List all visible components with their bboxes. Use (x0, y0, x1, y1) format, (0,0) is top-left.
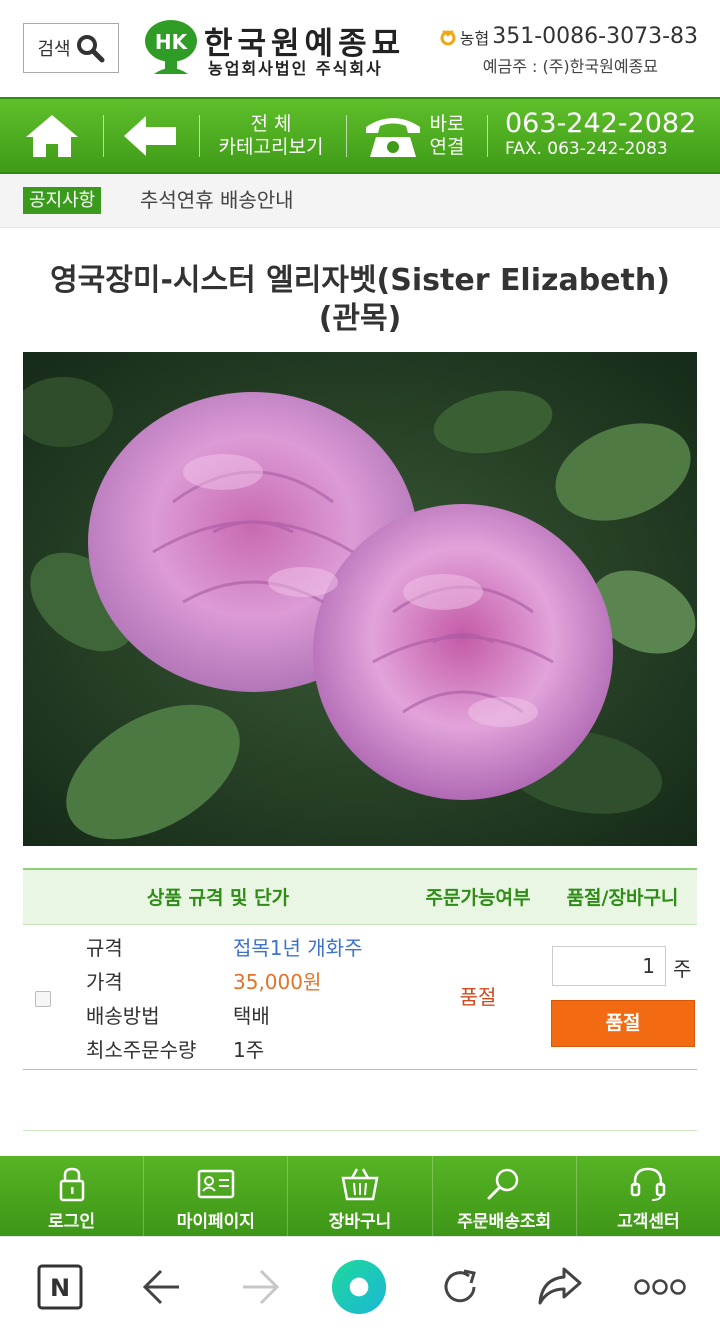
product-image (23, 352, 697, 846)
logo-tree-icon: HK (145, 20, 197, 74)
home-button[interactable] (22, 111, 82, 161)
bank-name: 농협 (459, 28, 490, 48)
menu-cart[interactable]: 장바구니 (288, 1156, 433, 1236)
account-holder: 예금주 : (주)한국원예종묘 (482, 57, 658, 76)
bottom-menu: 로그인 마이페이지 장바구니 주문배송조회 고객센터 (0, 1156, 720, 1236)
search-icon (487, 1168, 519, 1200)
svg-text:N: N (50, 1274, 70, 1302)
spec-label: 가격 (86, 970, 123, 994)
notice-badge: 공지사항 (23, 187, 102, 214)
header-availability: 주문가능여부 (425, 887, 531, 909)
forward-arrow-icon (243, 1269, 280, 1305)
menu-label: 마이페이지 (176, 1212, 255, 1232)
menu-label: 장바구니 (328, 1212, 392, 1232)
headset-icon (631, 1167, 666, 1201)
share-icon (538, 1267, 582, 1305)
menu-label: 주문배송조회 (457, 1212, 552, 1232)
refresh-icon (444, 1269, 476, 1303)
back-button[interactable] (122, 113, 178, 159)
naver-home-button[interactable]: N (32, 1259, 88, 1315)
rose-photo-icon (23, 352, 697, 846)
menu-customer-center[interactable]: 고객센터 (577, 1156, 720, 1236)
site-logo[interactable]: HK 한국원예종묘 농업회사법인 주식회사 (142, 18, 412, 80)
phone-number: 063-242-2082 (505, 108, 697, 139)
account-number: 351-0086-3073-83 (492, 24, 698, 49)
header-cart: 품절/장바구니 (566, 887, 679, 909)
browser-toolbar: N (0, 1236, 720, 1336)
notice-bar: 공지사항 추석연휴 배송안내 (0, 174, 720, 228)
main-navbar: 전 체 카테고리보기 바로 연결 063-242-2082 FAX. 063-2… (0, 97, 720, 174)
direct-call-button[interactable] (362, 111, 424, 161)
menu-label: 로그인 (48, 1212, 96, 1232)
quantity-unit: 주 (673, 957, 692, 981)
search-label: 검색 (37, 39, 71, 60)
menu-order-tracking[interactable]: 주문배송조회 (433, 1156, 577, 1236)
spec-label: 배송방법 (86, 1004, 160, 1028)
soldout-button[interactable]: 품절 (551, 1000, 695, 1047)
browser-refresh-button[interactable] (432, 1259, 488, 1315)
nav-divider (199, 115, 200, 157)
lock-icon (59, 1167, 84, 1202)
spec-value: 택배 (233, 1004, 270, 1028)
menu-mypage[interactable]: 마이페이지 (144, 1156, 289, 1236)
category-line1: 전 체 (250, 113, 292, 135)
nav-divider (346, 115, 347, 157)
browser-back-button[interactable] (133, 1259, 189, 1315)
contact-numbers[interactable]: 063-242-2082 FAX. 063-242-2083 (505, 108, 697, 160)
more-icon (634, 1279, 686, 1295)
nav-divider (487, 115, 488, 157)
logo-mark-text: HK (155, 30, 189, 54)
search-button[interactable]: 검색 (23, 23, 119, 73)
direct-call-label[interactable]: 바로 연결 (424, 113, 470, 159)
app-root: 검색 HK 한국원예종묘 농업회사법인 주식회사 농협 351-0086-307… (0, 0, 720, 1336)
spec-value: 1주 (233, 1038, 265, 1062)
magnifier-icon (76, 35, 105, 63)
menu-label: 고객센터 (617, 1212, 680, 1232)
bank-account-info: 농협 351-0086-3073-83 예금주 : (주)한국원예종묘 (439, 24, 698, 77)
basket-icon (341, 1168, 379, 1201)
browser-forward-button[interactable] (233, 1259, 289, 1315)
direct-line2: 연결 (429, 136, 465, 158)
browser-share-button[interactable] (532, 1259, 588, 1315)
id-card-icon (197, 1169, 235, 1199)
direct-line1: 바로 (429, 113, 465, 135)
menu-login[interactable]: 로그인 (0, 1156, 145, 1236)
site-header: 검색 HK 한국원예종묘 농업회사법인 주식회사 농협 351-0086-307… (0, 0, 720, 97)
table-row: 규격 접목1년 개화주 가격 35,000원 배송방법 택배 최소주문수량 1주… (23, 925, 697, 1070)
nav-divider (103, 115, 104, 157)
fax-number: FAX. 063-242-2083 (505, 139, 668, 159)
quantity-input[interactable]: 1 (552, 946, 666, 986)
section-divider (23, 1130, 697, 1131)
availability-status: 품절 (459, 985, 497, 1009)
header-spec: 상품 규격 및 단가 (146, 887, 290, 909)
category-line2: 카테고리보기 (218, 136, 324, 158)
nonghyup-icon (440, 29, 456, 45)
table-header: 상품 규격 및 단가 주문가능여부 품절/장바구니 (23, 868, 697, 925)
spec-value: 접목1년 개화주 (233, 936, 363, 960)
browser-main-button[interactable] (331, 1259, 387, 1315)
telephone-icon (366, 118, 420, 157)
browser-more-button[interactable] (632, 1259, 688, 1315)
logo-subtitle: 농업회사법인 주식회사 (208, 59, 383, 78)
spec-label: 규격 (86, 936, 123, 960)
notice-link[interactable]: 추석연휴 배송안내 (140, 187, 294, 214)
product-title: 영국장미-시스터 엘리자벳(Sister Elizabeth)(관목) (50, 263, 670, 336)
select-checkbox[interactable] (35, 991, 51, 1007)
price-value: 35,000원 (233, 970, 322, 994)
all-categories-button[interactable]: 전 체 카테고리보기 (210, 113, 332, 159)
back-arrow-icon (142, 1269, 179, 1305)
green-dot-icon (331, 1259, 387, 1315)
home-icon (26, 115, 78, 157)
left-arrow-icon (124, 116, 176, 156)
spec-label: 최소주문수량 (86, 1038, 197, 1062)
naver-home-icon: N (37, 1264, 83, 1310)
